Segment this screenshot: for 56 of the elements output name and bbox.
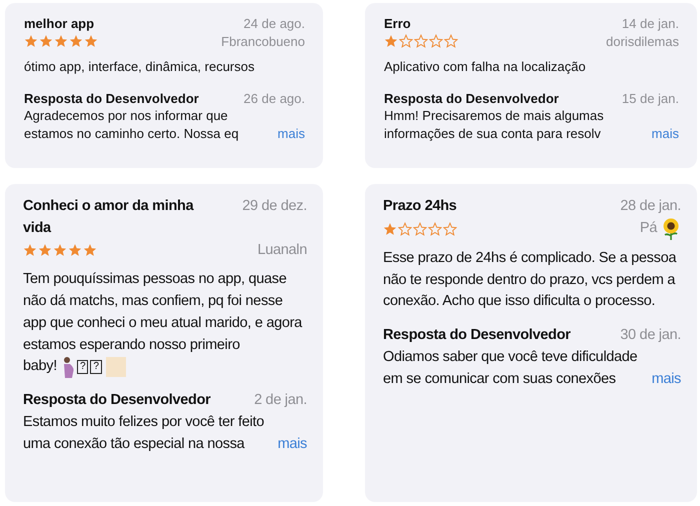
- star-filled-icon: [84, 34, 98, 48]
- star-filled-icon: [383, 222, 397, 236]
- review-title: melhor app: [24, 15, 94, 33]
- star-filled-icon: [24, 34, 38, 48]
- star-filled-icon: [384, 34, 398, 48]
- reply-text: Hmm! Precisaremos de mais algumas informações de sua conta para resolv: [384, 107, 605, 142]
- star-filled-icon: [23, 243, 37, 258]
- review-text: baby!: [23, 357, 57, 376]
- star-filled-icon: [54, 34, 68, 48]
- star-empty-icon: [428, 222, 442, 236]
- reply-date: 30 de jan.: [620, 326, 681, 345]
- star-filled-icon: [39, 34, 53, 48]
- reply-date: 15 de jan.: [622, 90, 679, 108]
- review-author: Luanaln: [257, 240, 307, 260]
- review-title: Prazo 24hs: [383, 197, 457, 216]
- star-filled-icon: [68, 243, 82, 258]
- reply-date: 26 de ago.: [244, 90, 305, 108]
- review-author: Pá: [640, 218, 657, 238]
- review-date: 24 de ago.: [244, 15, 305, 33]
- more-link[interactable]: mais: [270, 124, 305, 142]
- review-date: 14 de jan.: [622, 15, 679, 33]
- more-link[interactable]: mais: [644, 368, 681, 390]
- star-empty-icon: [443, 222, 457, 236]
- sunflower-icon: [661, 218, 681, 240]
- missing-glyph: ?: [76, 360, 88, 374]
- review-title: Conheci o amor da minha vida: [23, 197, 195, 238]
- reply-text: Agradecemos por nos informar que estamos no caminho certo. Nossa eq: [24, 107, 240, 142]
- review-title: Erro: [384, 15, 411, 33]
- review-text: Esse prazo de 24hs é complicado. Se a pessoa não te responde dentro do prazo, vcs perdem a conexão. Acho que isso dificulta o processo.: [383, 248, 678, 312]
- more-link[interactable]: mais: [270, 434, 307, 456]
- star-filled-icon: [53, 243, 67, 258]
- star-empty-icon: [429, 34, 443, 48]
- star-empty-icon: [399, 34, 413, 48]
- blank-square-icon: [106, 357, 126, 378]
- star-empty-icon: [413, 222, 427, 236]
- review-author: Fbrancobueno: [221, 32, 305, 50]
- more-link[interactable]: mais: [644, 124, 679, 142]
- reply-heading: Resposta do Desenvolvedor: [24, 90, 199, 108]
- reply-heading: Resposta do Desenvolvedor: [384, 90, 559, 108]
- review-date: 29 de dez.: [242, 197, 307, 216]
- review-text: ótimo app, interface, dinâmica, recursos: [24, 58, 256, 76]
- star-filled-icon: [69, 34, 83, 48]
- star-empty-icon: [414, 34, 428, 48]
- review-author: dorisdilemas: [606, 32, 679, 50]
- reply-text: Estamos muito felizes por você ter feito uma conexão tão especial na nossa: [23, 413, 266, 454]
- star-filled-icon: [83, 243, 97, 258]
- star-empty-icon: [398, 222, 412, 236]
- reply-heading: Resposta do Desenvolvedor: [383, 326, 570, 345]
- missing-glyph: ?: [90, 360, 102, 374]
- star-filled-icon: [38, 243, 52, 258]
- reply-date: 2 de jan.: [254, 391, 307, 410]
- star-empty-icon: [444, 34, 458, 48]
- reply-heading: Resposta do Desenvolvedor: [23, 391, 210, 410]
- reply-text: Odiamos saber que você teve dificuldade em se comunicar com suas conexões: [383, 348, 638, 388]
- review-date: 28 de jan.: [620, 197, 681, 216]
- review-text: Aplicativo com falha na localização: [384, 58, 587, 76]
